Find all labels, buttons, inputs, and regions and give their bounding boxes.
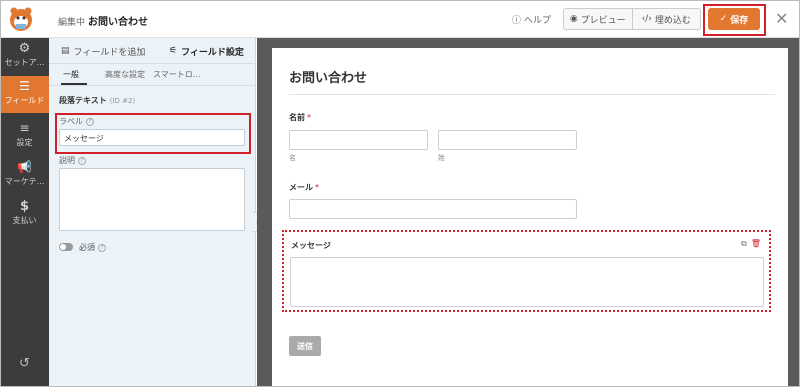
- trash-icon[interactable]: 🗑: [751, 239, 761, 249]
- left-sidebar: ⚙ セットア... ☰ フィールド ≡ 設定 📢 マーケテ... $ 支払い ↺: [0, 38, 49, 387]
- tab-add-fields[interactable]: ▤ フィールドを追加: [61, 38, 145, 64]
- help-icon[interactable]: ?: [98, 243, 106, 252]
- first-name-input[interactable]: [289, 130, 428, 150]
- save-label: 保存: [730, 15, 749, 26]
- required-marker: *: [315, 183, 319, 192]
- sidebar-item-fields[interactable]: ☰ フィールド: [0, 76, 49, 113]
- message-field-label: メッセージ: [291, 241, 331, 250]
- embed-label: 埋め込む: [654, 15, 691, 26]
- last-name-sublabel: 姓: [438, 154, 445, 162]
- sidebar-item-label: 支払い: [12, 216, 37, 225]
- wpforms-logo: [10, 7, 32, 31]
- top-bar: 編集中 お問い合わせ ⓘ ヘルプ ◉ プレビュー ‹/› 埋め込む ✓ 保存 ✕: [0, 0, 800, 38]
- embed-button[interactable]: ‹/› 埋め込む: [631, 9, 701, 29]
- subtab-smart-logic[interactable]: スマートロ...: [153, 69, 200, 80]
- close-icon[interactable]: ✕: [775, 9, 788, 28]
- check-icon: ✓: [719, 14, 728, 24]
- megaphone-icon: 📢: [17, 160, 32, 174]
- tab-label: フィールド設定: [181, 47, 244, 58]
- last-name-input[interactable]: [438, 130, 577, 150]
- field-options-panel: ▤ フィールドを追加 ⚟ フィールド設定 一般 高度な設定 スマートロ... 段…: [49, 38, 256, 387]
- code-icon: ‹/›: [641, 14, 652, 24]
- required-marker: *: [307, 113, 311, 122]
- title-divider: [289, 94, 775, 95]
- sidebar-item-label: フィールド: [4, 96, 45, 105]
- help-link[interactable]: ⓘ ヘルプ: [512, 13, 551, 26]
- list-icon: ▤: [61, 46, 70, 56]
- eye-icon: ◉: [569, 14, 578, 24]
- active-subtab-indicator: [61, 83, 87, 85]
- save-button[interactable]: ✓ 保存: [708, 8, 760, 30]
- name-label-text: 名前: [289, 113, 305, 122]
- field-type-title: 段落テキスト (ID #2): [59, 95, 135, 106]
- required-label: 必須?: [79, 242, 106, 253]
- field-subtabs: 一般 高度な設定 スマートロ...: [49, 64, 256, 86]
- panel-tabs: ▤ フィールドを追加 ⚟ フィールド設定: [49, 38, 256, 64]
- message-field-selected[interactable]: メッセージ ⧉ 🗑: [282, 230, 771, 312]
- fields-icon: ☰: [19, 79, 30, 93]
- sliders-icon: ≡: [19, 121, 30, 135]
- duplicate-icon[interactable]: ⧉: [741, 239, 747, 249]
- editing-status: 編集中 お問い合わせ: [58, 13, 148, 28]
- sidebar-item-setup[interactable]: ⚙ セットア...: [0, 38, 49, 75]
- tab-field-options[interactable]: ⚟ フィールド設定: [169, 38, 244, 64]
- form-preview-card: お問い合わせ 名前 * 名 姓 メール * メッセージ ⧉ 🗑 送信: [272, 48, 788, 387]
- form-name: お問い合わせ: [88, 17, 149, 28]
- message-textarea[interactable]: [290, 257, 764, 307]
- sidebar-item-payments[interactable]: $ 支払い: [0, 196, 49, 233]
- email-input[interactable]: [289, 199, 577, 219]
- help-icon: ⓘ: [512, 16, 522, 26]
- gear-icon: ⚙: [18, 41, 31, 56]
- field-type-label: 段落テキスト: [59, 96, 107, 105]
- field-id: (ID #2): [109, 97, 136, 105]
- preview-button[interactable]: ◉ プレビュー: [564, 9, 632, 29]
- label-highlight: [55, 113, 251, 154]
- required-toggle[interactable]: [59, 243, 73, 251]
- preview-embed-group: ◉ プレビュー ‹/› 埋め込む: [563, 8, 701, 30]
- sidebar-item-label: 設定: [16, 138, 33, 147]
- sidebar-item-label: セットア...: [4, 58, 45, 67]
- description-text: 説明: [59, 156, 75, 165]
- description-textarea[interactable]: [59, 168, 245, 231]
- field-actions: ⧉ 🗑: [741, 239, 761, 249]
- name-field-label: 名前 *: [289, 112, 311, 123]
- sidebar-item-marketing[interactable]: 📢 マーケテ...: [0, 157, 49, 194]
- sliders-icon: ⚟: [169, 46, 178, 56]
- form-title: お問い合わせ: [289, 71, 368, 86]
- help-label: ヘルプ: [523, 16, 551, 26]
- subtab-advanced[interactable]: 高度な設定: [105, 69, 145, 80]
- sidebar-item-settings[interactable]: ≡ 設定: [0, 118, 49, 155]
- editing-label: 編集中: [58, 18, 86, 28]
- submit-button[interactable]: 送信: [289, 336, 321, 356]
- required-text: 必須: [79, 243, 95, 252]
- dollar-icon: $: [19, 199, 30, 214]
- email-field-label: メール *: [289, 182, 319, 193]
- subtab-general[interactable]: 一般: [63, 69, 79, 80]
- tab-label: フィールドを追加: [73, 47, 146, 58]
- help-icon[interactable]: ?: [78, 156, 86, 165]
- email-label-text: メール: [289, 183, 313, 192]
- first-name-sublabel: 名: [289, 154, 296, 162]
- sidebar-item-label: マーケテ...: [4, 177, 45, 186]
- description-field-label: 説明?: [59, 155, 86, 166]
- preview-label: プレビュー: [580, 15, 626, 26]
- history-icon[interactable]: ↺: [0, 356, 49, 371]
